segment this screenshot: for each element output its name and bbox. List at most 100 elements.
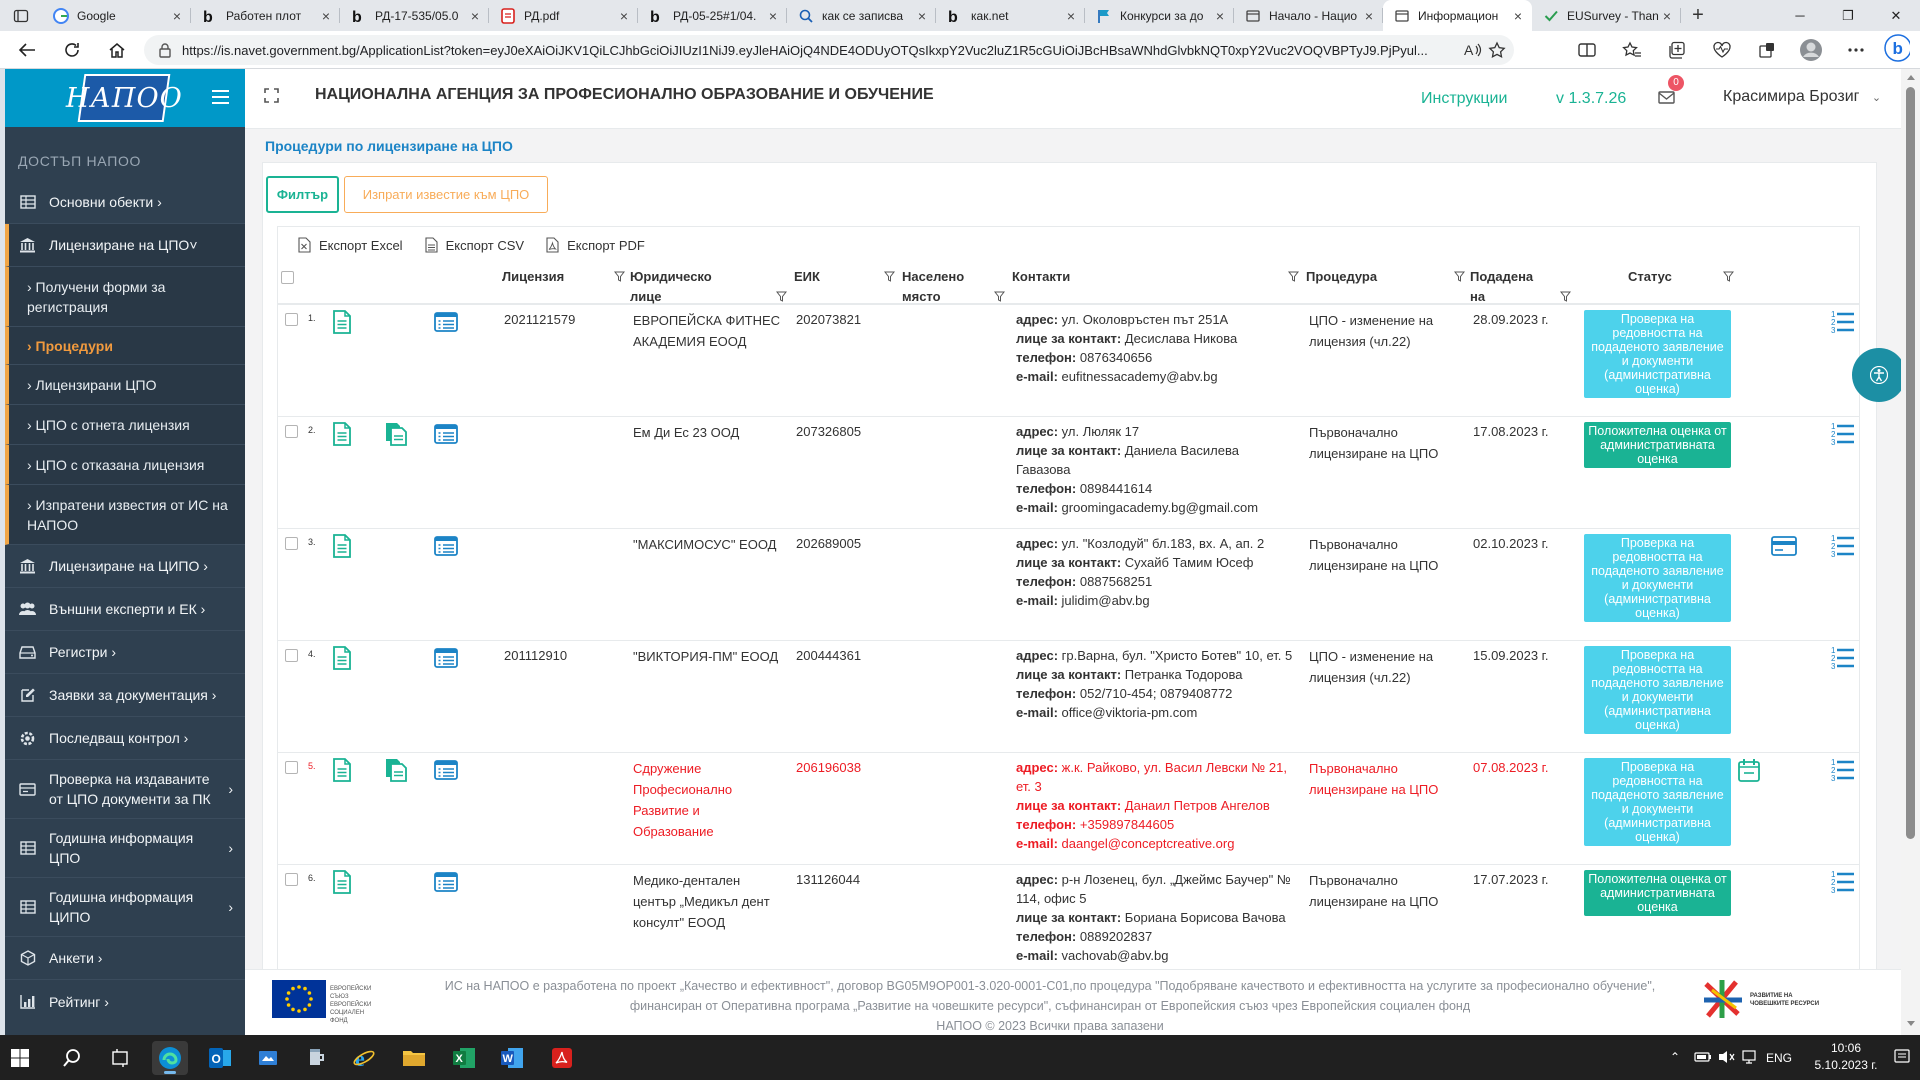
filter-funnel-icon[interactable] — [1454, 271, 1465, 282]
numbered-list-icon[interactable]: 123 — [1831, 646, 1855, 670]
column-header-legal-entity[interactable]: Юридическо лице — [630, 267, 720, 307]
sidebar-subitem-refused-license[interactable]: › ЦПО с отказана лицензия — [5, 445, 245, 485]
hamburger-menu-icon[interactable] — [212, 90, 229, 104]
volume-icon[interactable] — [1718, 1049, 1736, 1065]
browser-tab[interactable]: EUSurvey - Than × — [1532, 0, 1681, 31]
sidebar-subitem-procedures[interactable]: › Процедури — [5, 327, 245, 365]
sidebar-item-follow-up-control[interactable]: Последващ контрол › — [5, 717, 245, 760]
taskbar-acrobat[interactable] — [544, 1041, 580, 1075]
bing-copilot-button[interactable]: b — [1884, 34, 1910, 62]
browser-tab[interactable]: b Работен плот × — [191, 0, 340, 31]
instructions-link[interactable]: Инструкции — [1421, 90, 1507, 108]
scroll-up-arrow-icon[interactable] — [1907, 75, 1915, 80]
calendar-icon[interactable] — [1738, 758, 1760, 782]
export-csv-button[interactable]: Експорт CSV — [425, 237, 524, 253]
application-document-icon[interactable] — [332, 870, 352, 894]
close-tab-icon[interactable]: × — [1659, 8, 1675, 24]
row-checkbox[interactable] — [285, 425, 298, 438]
napoo-logo[interactable]: НАПОО — [66, 74, 182, 122]
export-pdf-button[interactable]: Експорт PDF — [546, 237, 645, 253]
column-header-procedure[interactable]: Процедура — [1306, 267, 1377, 287]
register-view-icon[interactable] — [434, 648, 458, 668]
favorite-star-icon[interactable] — [1486, 39, 1508, 61]
column-header-settlement[interactable]: Населено място — [902, 267, 972, 307]
row-checkbox[interactable] — [285, 649, 298, 662]
close-tab-icon[interactable]: × — [169, 8, 185, 24]
filter-funnel-icon[interactable] — [994, 291, 1005, 302]
read-aloud-icon[interactable]: A — [1462, 39, 1484, 61]
show-hidden-icons-icon[interactable]: ⌃ — [1670, 1050, 1680, 1064]
sidebar-subitem-sent-notifications[interactable]: › Изпратени известия от ИС на НАПОО — [5, 485, 245, 545]
taskbar-calculator[interactable] — [298, 1041, 334, 1075]
select-all-checkbox[interactable] — [281, 271, 294, 284]
restore-button[interactable]: ❐ — [1824, 0, 1872, 31]
scroll-down-arrow-icon[interactable] — [1907, 1021, 1915, 1026]
sidebar-item-rating[interactable]: Рейтинг › — [5, 980, 245, 1023]
notifications-icon[interactable] — [1893, 1048, 1911, 1066]
browser-tab[interactable]: РД.pdf × — [489, 0, 638, 31]
copy-documents-icon[interactable] — [384, 758, 408, 782]
filter-funnel-icon[interactable] — [776, 291, 787, 302]
home-button[interactable] — [103, 38, 131, 62]
column-header-contacts[interactable]: Контакти — [1012, 267, 1070, 287]
numbered-list-icon[interactable]: 123 — [1831, 534, 1855, 558]
payment-card-icon[interactable] — [1771, 536, 1797, 556]
column-header-submitted[interactable]: Подадена на — [1470, 267, 1540, 307]
application-document-icon[interactable] — [332, 422, 352, 446]
new-tab-button[interactable]: + — [1681, 0, 1715, 31]
search-button[interactable] — [54, 1041, 90, 1075]
start-button[interactable] — [0, 1041, 40, 1075]
task-view-button[interactable] — [102, 1041, 138, 1075]
sidebar-item-cipo-licensing[interactable]: Лицензиране на ЦИПО › — [5, 545, 245, 588]
sidebar-item-surveys[interactable]: Анкети › — [5, 937, 245, 980]
url-bar[interactable]: https://is.navet.government.bg/Applicati… — [144, 35, 1514, 65]
favorites-button[interactable] — [1619, 38, 1645, 62]
close-tab-icon[interactable]: × — [1212, 8, 1228, 24]
close-window-button[interactable]: ✕ — [1872, 0, 1920, 31]
row-checkbox[interactable] — [285, 873, 298, 886]
sidebar-subitem-licensed-cpo[interactable]: › Лицензирани ЦПО — [5, 365, 245, 405]
taskbar-internet-explorer[interactable]: e — [346, 1041, 382, 1075]
extensions-button[interactable] — [1754, 38, 1780, 62]
close-tab-icon[interactable]: × — [765, 8, 781, 24]
collections-button[interactable] — [1664, 38, 1690, 62]
taskbar-excel[interactable]: X — [446, 1041, 482, 1075]
battery-icon[interactable] — [1694, 1050, 1712, 1064]
register-view-icon[interactable] — [434, 872, 458, 892]
browser-essentials-button[interactable] — [1709, 38, 1735, 62]
browser-tab[interactable]: Конкурси за до × — [1085, 0, 1234, 31]
browser-tab[interactable]: как се записва × — [787, 0, 936, 31]
copy-documents-icon[interactable] — [384, 422, 408, 446]
column-header-license[interactable]: Лицензия — [502, 267, 564, 287]
settings-more-button[interactable] — [1843, 38, 1869, 62]
taskbar-outlook[interactable]: O — [202, 1041, 238, 1075]
close-tab-icon[interactable]: × — [1510, 8, 1526, 24]
sidebar-item-registers[interactable]: Регистри › — [5, 631, 245, 674]
taskbar-word[interactable]: W — [494, 1041, 530, 1075]
filter-button[interactable]: Филтър — [266, 176, 339, 213]
application-document-icon[interactable] — [332, 646, 352, 670]
close-tab-icon[interactable]: × — [318, 8, 334, 24]
browser-tab[interactable]: b как.net × — [936, 0, 1085, 31]
user-menu[interactable]: Красимира Брозиг ⌄ — [1723, 88, 1881, 106]
filter-funnel-icon[interactable] — [1560, 291, 1571, 302]
sidebar-item-annual-info-cipo[interactable]: Годишна информация ЦИПО › — [5, 878, 245, 937]
refresh-button[interactable] — [58, 38, 86, 62]
sidebar-item-annual-info-cpo[interactable]: Годишна информация ЦПО › — [5, 819, 245, 878]
numbered-list-icon[interactable]: 123 — [1831, 310, 1855, 334]
minimize-button[interactable]: ─ — [1776, 0, 1824, 31]
register-view-icon[interactable] — [434, 760, 458, 780]
sidebar-item-cpo-licensing[interactable]: Лицензиране на ЦПО˅ — [5, 224, 245, 267]
system-clock[interactable]: 10:06 5.10.2023 г. — [1806, 1040, 1886, 1074]
browser-tab[interactable]: Информацион × — [1383, 0, 1532, 31]
row-checkbox[interactable] — [285, 537, 298, 550]
numbered-list-icon[interactable]: 123 — [1831, 870, 1855, 894]
column-header-status[interactable]: Статус — [1628, 267, 1672, 287]
register-view-icon[interactable] — [434, 424, 458, 444]
browser-tab[interactable]: Начало - Нацио × — [1234, 0, 1383, 31]
export-excel-button[interactable]: Експорт Excel — [298, 237, 403, 253]
fullscreen-icon[interactable] — [264, 88, 279, 103]
register-view-icon[interactable] — [434, 312, 458, 332]
row-checkbox[interactable] — [285, 313, 298, 326]
close-tab-icon[interactable]: × — [1063, 8, 1079, 24]
